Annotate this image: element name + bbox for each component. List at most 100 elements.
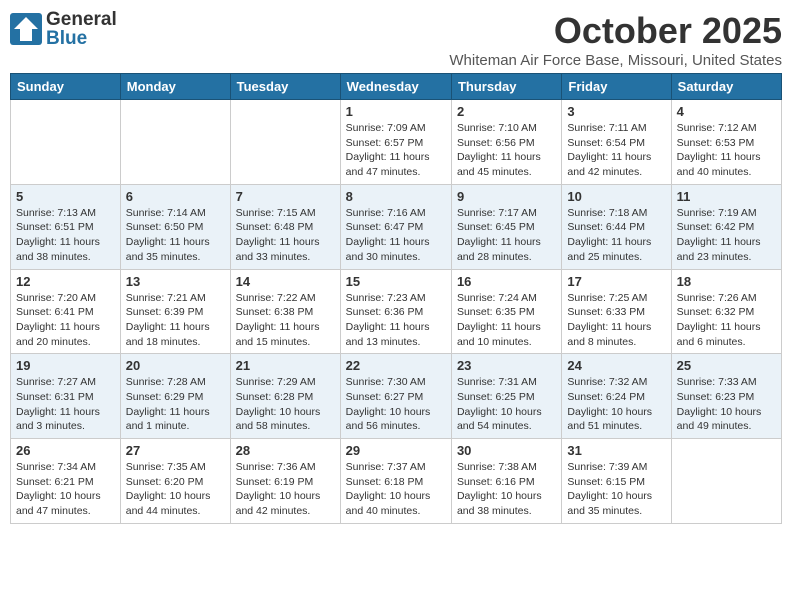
calendar-week-row: 1Sunrise: 7:09 AM Sunset: 6:57 PM Daylig… [11,100,782,185]
day-number: 3 [567,104,665,119]
day-info: Sunrise: 7:21 AM Sunset: 6:39 PM Dayligh… [126,291,225,350]
day-info: Sunrise: 7:26 AM Sunset: 6:32 PM Dayligh… [677,291,776,350]
table-row [120,100,230,185]
day-info: Sunrise: 7:37 AM Sunset: 6:18 PM Dayligh… [346,460,446,519]
table-row: 4 Sunrise: 7:12 AM Sunset: 6:53 PM Daylig… [671,100,781,185]
table-row: 13 Sunrise: 7:21 AM Sunset: 6:39 PM Dayli… [120,269,230,354]
day-info: Sunrise: 7:25 AM Sunset: 6:33 PM Dayligh… [567,291,665,350]
day-number: 2 [457,104,556,119]
day-info: Sunrise: 7:22 AM Sunset: 6:38 PM Dayligh… [236,291,335,350]
day-number: 12 [16,274,115,289]
page-header: General Blue October 2025 Whiteman Air F… [10,10,782,69]
day-info: Sunrise: 7:16 AM Sunset: 6:47 PM Dayligh… [346,206,446,265]
table-row: 19 Sunrise: 7:27 AM Sunset: 6:31 PM Dayli… [11,354,121,439]
table-row: 25 Sunrise: 7:33 AM Sunset: 6:23 PM Dayli… [671,354,781,439]
day-number: 25 [677,358,776,373]
day-number: 17 [567,274,665,289]
day-number: 15 [346,274,446,289]
day-info: Sunrise: 7:17 AM Sunset: 6:45 PM Dayligh… [457,206,556,265]
day-number: 26 [16,443,115,458]
day-number: 29 [346,443,446,458]
day-info: Sunrise: 7:23 AM Sunset: 6:36 PM Dayligh… [346,291,446,350]
table-row: 21 Sunrise: 7:29 AM Sunset: 6:28 PM Dayli… [230,354,340,439]
day-number: 5 [16,189,115,204]
table-row: 1Sunrise: 7:09 AM Sunset: 6:57 PM Daylig… [340,100,451,185]
calendar-week-row: 12 Sunrise: 7:20 AM Sunset: 6:41 PM Dayli… [11,269,782,354]
logo-blue: Blue [46,29,117,48]
day-number: 8 [346,189,446,204]
table-row: 20Sunrise: 7:28 AM Sunset: 6:29 PM Dayli… [120,354,230,439]
day-number: 21 [236,358,335,373]
table-row: 31Sunrise: 7:39 AM Sunset: 6:15 PM Dayli… [562,439,671,524]
col-monday: Monday [120,74,230,100]
day-info: Sunrise: 7:29 AM Sunset: 6:28 PM Dayligh… [236,375,335,434]
table-row: 17 Sunrise: 7:25 AM Sunset: 6:33 PM Dayli… [562,269,671,354]
day-info: Sunrise: 7:11 AM Sunset: 6:54 PM Dayligh… [567,121,665,180]
day-number: 23 [457,358,556,373]
day-info: Sunrise: 7:33 AM Sunset: 6:23 PM Dayligh… [677,375,776,434]
table-row: 6Sunrise: 7:14 AM Sunset: 6:50 PM Daylig… [120,184,230,269]
table-row: 3 Sunrise: 7:11 AM Sunset: 6:54 PM Daylig… [562,100,671,185]
col-tuesday: Tuesday [230,74,340,100]
location-title: Whiteman Air Force Base, Missouri, Unite… [449,52,782,69]
day-number: 19 [16,358,115,373]
table-row: 24Sunrise: 7:32 AM Sunset: 6:24 PM Dayli… [562,354,671,439]
calendar-table: Sunday Monday Tuesday Wednesday Thursday… [10,73,782,524]
title-section: October 2025 Whiteman Air Force Base, Mi… [449,10,782,69]
logo-general: General [46,10,117,29]
day-number: 13 [126,274,225,289]
table-row: 18 Sunrise: 7:26 AM Sunset: 6:32 PM Dayli… [671,269,781,354]
day-number: 11 [677,189,776,204]
table-row: 10Sunrise: 7:18 AM Sunset: 6:44 PM Dayli… [562,184,671,269]
day-info: Sunrise: 7:19 AM Sunset: 6:42 PM Dayligh… [677,206,776,265]
day-number: 9 [457,189,556,204]
table-row: 23 Sunrise: 7:31 AM Sunset: 6:25 PM Dayli… [451,354,561,439]
day-info: Sunrise: 7:18 AM Sunset: 6:44 PM Dayligh… [567,206,665,265]
day-number: 27 [126,443,225,458]
day-info: Sunrise: 7:10 AM Sunset: 6:56 PM Dayligh… [457,121,556,180]
day-number: 7 [236,189,335,204]
day-info: Sunrise: 7:20 AM Sunset: 6:41 PM Dayligh… [16,291,115,350]
day-number: 28 [236,443,335,458]
day-info: Sunrise: 7:12 AM Sunset: 6:53 PM Dayligh… [677,121,776,180]
table-row: 30 Sunrise: 7:38 AM Sunset: 6:16 PM Dayli… [451,439,561,524]
table-row [230,100,340,185]
table-row: 16Sunrise: 7:24 AM Sunset: 6:35 PM Dayli… [451,269,561,354]
day-info: Sunrise: 7:14 AM Sunset: 6:50 PM Dayligh… [126,206,225,265]
day-info: Sunrise: 7:31 AM Sunset: 6:25 PM Dayligh… [457,375,556,434]
day-number: 14 [236,274,335,289]
day-number: 1 [346,104,446,119]
calendar-week-row: 26Sunrise: 7:34 AM Sunset: 6:21 PM Dayli… [11,439,782,524]
month-title: October 2025 [449,10,782,52]
day-number: 24 [567,358,665,373]
table-row: 2 Sunrise: 7:10 AM Sunset: 6:56 PM Daylig… [451,100,561,185]
table-row: 5 Sunrise: 7:13 AM Sunset: 6:51 PM Daylig… [11,184,121,269]
day-number: 30 [457,443,556,458]
day-info: Sunrise: 7:13 AM Sunset: 6:51 PM Dayligh… [16,206,115,265]
day-number: 22 [346,358,446,373]
col-saturday: Saturday [671,74,781,100]
table-row: 29 Sunrise: 7:37 AM Sunset: 6:18 PM Dayli… [340,439,451,524]
calendar-week-row: 5 Sunrise: 7:13 AM Sunset: 6:51 PM Daylig… [11,184,782,269]
day-info: Sunrise: 7:15 AM Sunset: 6:48 PM Dayligh… [236,206,335,265]
logo: General Blue [10,10,117,48]
table-row [671,439,781,524]
table-row: 22Sunrise: 7:30 AM Sunset: 6:27 PM Dayli… [340,354,451,439]
col-friday: Friday [562,74,671,100]
col-wednesday: Wednesday [340,74,451,100]
table-row: 28 Sunrise: 7:36 AM Sunset: 6:19 PM Dayli… [230,439,340,524]
table-row: 26Sunrise: 7:34 AM Sunset: 6:21 PM Dayli… [11,439,121,524]
calendar-week-row: 19 Sunrise: 7:27 AM Sunset: 6:31 PM Dayli… [11,354,782,439]
day-info: Sunrise: 7:27 AM Sunset: 6:31 PM Dayligh… [16,375,115,434]
day-number: 18 [677,274,776,289]
day-number: 4 [677,104,776,119]
day-info: Sunrise: 7:36 AM Sunset: 6:19 PM Dayligh… [236,460,335,519]
logo-text: General Blue [46,10,117,48]
day-number: 20 [126,358,225,373]
day-number: 31 [567,443,665,458]
table-row [11,100,121,185]
col-thursday: Thursday [451,74,561,100]
table-row: 27Sunrise: 7:35 AM Sunset: 6:20 PM Dayli… [120,439,230,524]
day-info: Sunrise: 7:38 AM Sunset: 6:16 PM Dayligh… [457,460,556,519]
day-number: 16 [457,274,556,289]
